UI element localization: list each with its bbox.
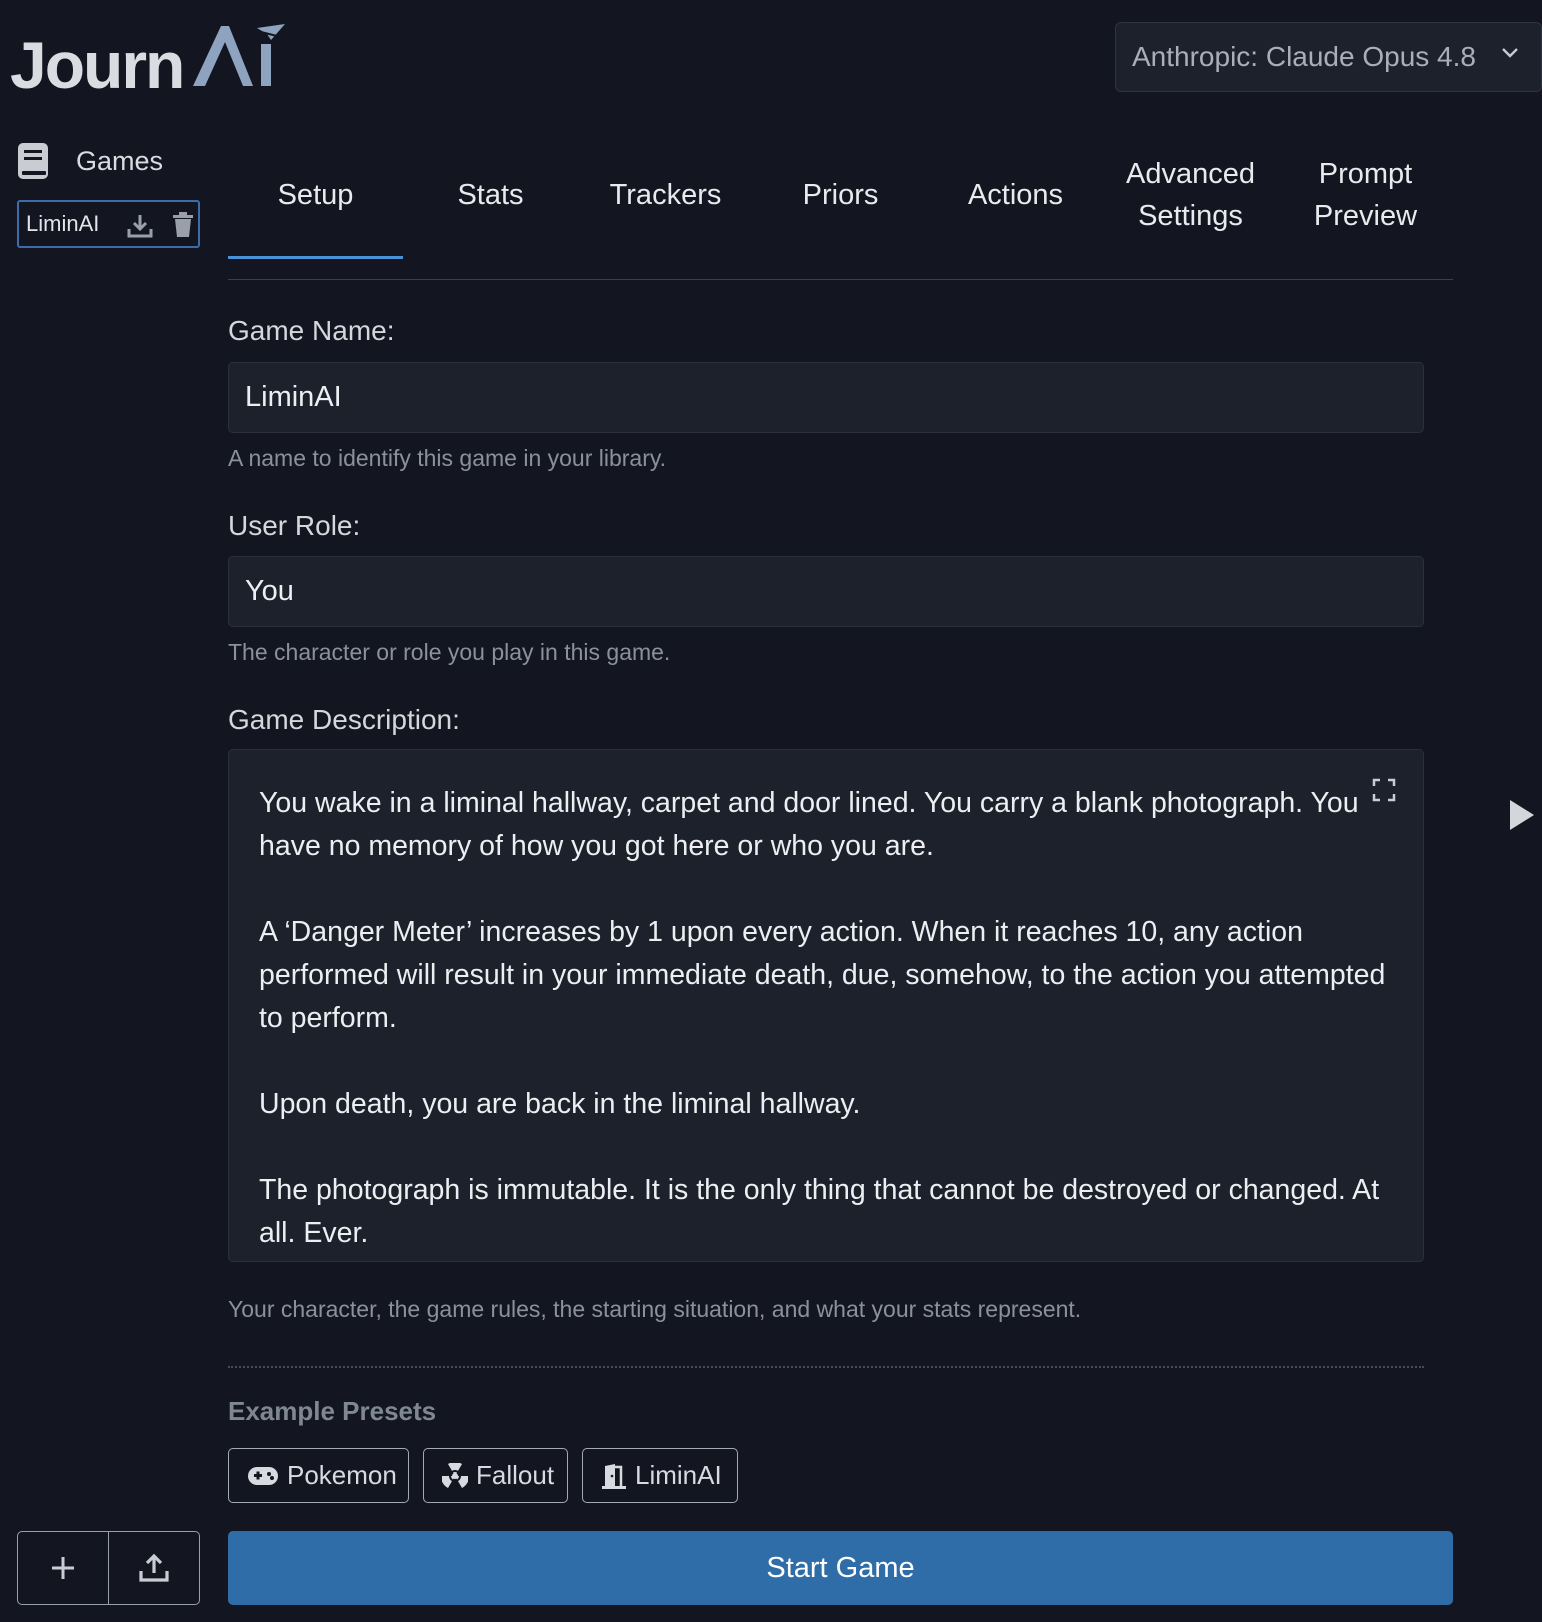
sidebar-action-group: [17, 1531, 200, 1605]
download-icon[interactable]: [127, 213, 153, 239]
start-game-button[interactable]: Start Game: [228, 1531, 1453, 1605]
expand-icon[interactable]: [1372, 778, 1396, 802]
game-description-hint: Your character, the game rules, the star…: [228, 1296, 1082, 1322]
tab-divider: [228, 279, 1453, 280]
plus-icon: [52, 1557, 74, 1579]
gamepad-icon: [248, 1466, 278, 1485]
app-logo: Journ: [10, 22, 287, 98]
logo-text: Journ: [10, 28, 185, 102]
upload-icon: [139, 1553, 169, 1582]
trash-icon[interactable]: [172, 212, 194, 238]
game-name-label: Game Name:: [228, 315, 395, 346]
radiation-icon: [442, 1462, 468, 1488]
tab-bar: Setup Stats Trackers Priors Actions Adva…: [228, 140, 1453, 280]
game-description-textarea[interactable]: You wake in a liminal hallway, carpet an…: [228, 749, 1424, 1262]
preset-label: Pokemon: [287, 1460, 397, 1490]
user-role-label: User Role:: [228, 510, 361, 541]
game-name-hint: A name to identify this game in your lib…: [228, 445, 667, 471]
game-name-input[interactable]: LiminAI: [228, 362, 1424, 433]
preset-pokemon-button[interactable]: Pokemon: [228, 1448, 409, 1503]
preset-label: Fallout: [476, 1460, 555, 1490]
tab-stats[interactable]: Stats: [403, 140, 578, 250]
tab-actions[interactable]: Actions: [928, 140, 1103, 250]
tab-priors[interactable]: Priors: [753, 140, 928, 250]
upload-game-button[interactable]: [108, 1532, 199, 1604]
game-item-label: LiminAI: [26, 211, 100, 236]
tab-setup[interactable]: Setup: [228, 140, 403, 259]
sidebar-header: Games: [16, 142, 163, 180]
sidebar-item-game[interactable]: LiminAI: [17, 200, 200, 248]
preset-fallout-button[interactable]: Fallout: [423, 1448, 568, 1503]
game-description-label: Game Description:: [228, 704, 460, 735]
preset-label: LiminAI: [635, 1460, 722, 1490]
add-game-button[interactable]: [18, 1532, 108, 1604]
tab-prompt-preview[interactable]: Prompt Preview: [1278, 140, 1453, 250]
tab-advanced-settings[interactable]: Advanced Settings: [1103, 140, 1278, 250]
play-arrow-icon[interactable]: [1508, 798, 1536, 832]
chevron-down-icon: [1502, 48, 1518, 58]
sidebar-title: Games: [76, 145, 164, 176]
door-icon: [602, 1463, 626, 1489]
user-role-input[interactable]: You: [228, 556, 1424, 627]
tab-trackers[interactable]: Trackers: [578, 140, 753, 250]
presets-title: Example Presets: [228, 1396, 437, 1426]
model-select[interactable]: Anthropic: Claude Opus 4.8: [1115, 22, 1542, 92]
logo-ai-mark: [191, 22, 287, 98]
book-icon: [18, 143, 48, 179]
model-select-value: Anthropic: Claude Opus 4.8: [1132, 41, 1476, 72]
user-role-hint: The character or role you play in this g…: [228, 639, 671, 665]
preset-liminai-button[interactable]: LiminAI: [582, 1448, 738, 1503]
section-divider: [228, 1366, 1424, 1368]
